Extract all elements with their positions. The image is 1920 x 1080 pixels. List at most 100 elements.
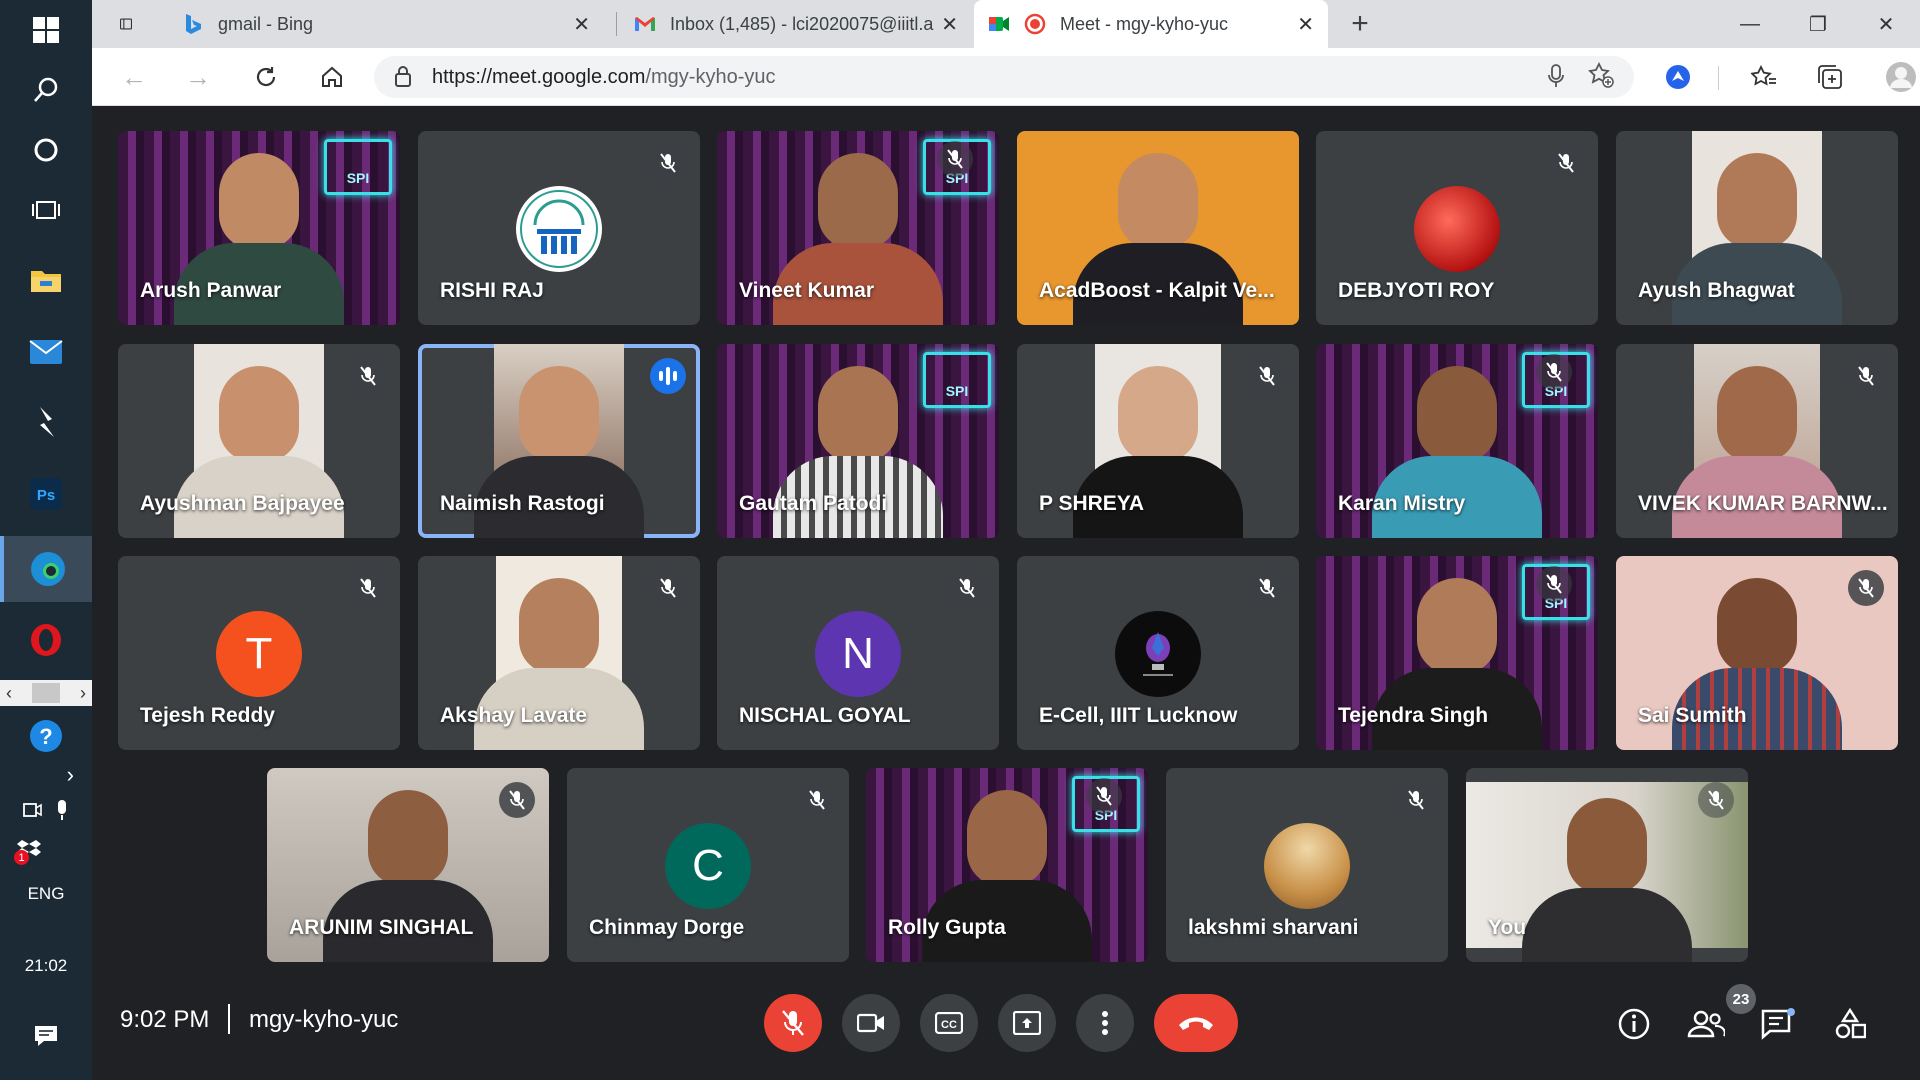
cortana-icon[interactable] (0, 120, 92, 180)
scroll-left-icon[interactable]: ‹ (6, 683, 12, 704)
windows-start-icon[interactable] (0, 0, 92, 60)
svg-text:CC: CC (941, 1019, 957, 1031)
browser-extension-icon[interactable] (1658, 58, 1698, 96)
participant-tile-self[interactable]: You (1466, 768, 1748, 962)
chat-button[interactable] (1756, 1002, 1800, 1046)
recording-indicator-icon (1024, 13, 1046, 35)
tab-strip: gmail - Bing ✕ Inbox (1,485) - lci202007… (92, 0, 1920, 48)
participant-tile[interactable]: Sai Sumith (1616, 556, 1898, 750)
file-explorer-icon[interactable] (0, 250, 92, 310)
inspire-neon-sign: SPI (923, 352, 991, 408)
mic-off-icon (650, 570, 686, 606)
task-view-icon[interactable] (0, 180, 92, 240)
refresh-button[interactable] (246, 58, 286, 96)
minimize-button[interactable]: — (1716, 0, 1784, 48)
tab-title: gmail - Bing (218, 13, 314, 34)
participant-tile[interactable]: VIVEK KUMAR BARNW... (1616, 344, 1898, 538)
participant-tile[interactable]: Ayush Bhagwat (1616, 131, 1898, 325)
participant-tile[interactable]: AcadBoost - Kalpit Ve... (1017, 131, 1299, 325)
tab-bing[interactable]: gmail - Bing ✕ (168, 0, 604, 48)
participant-tile[interactable]: ARUNIM SINGHAL (267, 768, 549, 962)
opera-icon[interactable] (0, 610, 92, 670)
participant-tile[interactable]: SPI Karan Mistry (1316, 344, 1598, 538)
close-tab-icon[interactable]: ✕ (573, 12, 590, 37)
forward-button[interactable]: → (178, 58, 218, 96)
search-icon[interactable] (0, 60, 92, 120)
app-swirl-icon[interactable] (0, 392, 92, 452)
close-window-button[interactable]: ✕ (1852, 0, 1920, 48)
microphone-icon[interactable] (1548, 64, 1564, 94)
tab-actions-icon[interactable] (106, 0, 146, 48)
participant-tile[interactable]: P SHREYA (1017, 344, 1299, 538)
mic-off-icon (1548, 145, 1584, 181)
meeting-details-button[interactable] (1612, 1002, 1656, 1046)
mic-off-icon (937, 141, 973, 177)
tab-google-meet[interactable]: Meet - mgy-kyho-yuc ✕ (974, 0, 1328, 48)
meeting-time: 9:02 PM (120, 1006, 210, 1033)
system-clock[interactable]: 21:02 (0, 956, 92, 976)
participant-tile[interactable]: SPI Vineet Kumar (717, 131, 999, 325)
mic-off-icon (1698, 782, 1734, 818)
mic-off-icon (650, 145, 686, 181)
scroll-right-icon[interactable]: › (80, 683, 86, 704)
address-bar[interactable]: https://meet.google.com/mgy-kyho-yuc (374, 56, 1634, 98)
participant-tile[interactable]: Ayushman Bajpayee (118, 344, 400, 538)
meeting-info-divider (228, 1004, 230, 1034)
participant-name: Rolly Gupta (888, 916, 1006, 939)
edge-browser-icon[interactable] (0, 536, 92, 602)
favorites-icon[interactable] (1744, 58, 1784, 96)
meeting-code: mgy-kyho-yuc (249, 1006, 399, 1033)
microphone-toggle-button[interactable] (764, 994, 822, 1052)
mic-off-icon (1249, 358, 1285, 394)
action-center-icon[interactable] (0, 1006, 92, 1066)
participant-name: NISCHAL GOYAL (739, 704, 911, 727)
camera-toggle-button[interactable] (842, 994, 900, 1052)
restore-button[interactable]: ❐ (1784, 0, 1852, 48)
close-tab-icon[interactable]: ✕ (941, 12, 958, 37)
participant-tile[interactable]: T Tejesh Reddy (118, 556, 400, 750)
collections-icon[interactable] (1810, 58, 1850, 96)
camera-tray-icon[interactable] (22, 800, 42, 820)
activities-button[interactable] (1828, 1002, 1872, 1046)
participant-tile[interactable]: SPI Arush Panwar (118, 131, 400, 325)
participant-tile-speaking[interactable]: Naimish Rastogi (418, 344, 700, 538)
mic-off-icon (1848, 570, 1884, 606)
gmail-icon (634, 13, 656, 35)
home-button[interactable] (312, 58, 352, 96)
participant-tile[interactable]: SPI Gautam Patodi (717, 344, 999, 538)
taskbar-scrollbar[interactable]: ‹ › (0, 680, 92, 706)
language-indicator[interactable]: ENG (0, 884, 92, 904)
participant-tile[interactable]: E-Cell, IIIT Lucknow (1017, 556, 1299, 750)
scroll-thumb[interactable] (32, 683, 60, 703)
add-favorite-icon[interactable] (1588, 61, 1614, 94)
participant-tile[interactable]: DEBJYOTI ROY (1316, 131, 1598, 325)
participant-tile[interactable]: lakshmi sharvani (1166, 768, 1448, 962)
participant-tile[interactable]: Akshay Lavate (418, 556, 700, 750)
participant-tile[interactable]: SPI Tejendra Singh (1316, 556, 1598, 750)
participant-tile[interactable]: C Chinmay Dorge (567, 768, 849, 962)
participant-tile[interactable]: RISHI RAJ (418, 131, 700, 325)
photoshop-icon[interactable]: Ps (0, 464, 92, 524)
mic-off-icon (350, 358, 386, 394)
microphone-tray-icon[interactable] (54, 799, 70, 821)
close-tab-icon[interactable]: ✕ (1297, 12, 1314, 37)
participant-name: Ayush Bhagwat (1638, 279, 1795, 302)
letter-avatar: N (815, 611, 901, 697)
url-path: /mgy-kyho-yuc (645, 65, 776, 88)
participant-name: Vineet Kumar (739, 279, 874, 302)
participants-button[interactable] (1684, 1002, 1728, 1046)
present-screen-button[interactable] (998, 994, 1056, 1052)
more-options-button[interactable] (1076, 994, 1134, 1052)
participant-tile[interactable]: N NISCHAL GOYAL (717, 556, 999, 750)
mic-off-icon (499, 782, 535, 818)
captions-button[interactable]: CC (920, 994, 978, 1052)
participant-tile[interactable]: SPI Rolly Gupta (866, 768, 1148, 962)
tab-gmail-inbox[interactable]: Inbox (1,485) - lci2020075@iiitl.a ✕ (620, 0, 972, 48)
new-tab-button[interactable]: + (1338, 0, 1382, 48)
profile-avatar[interactable] (1880, 58, 1920, 96)
video-camera-icon (857, 1013, 884, 1033)
end-call-button[interactable] (1154, 994, 1238, 1052)
back-button[interactable]: ← (114, 58, 154, 96)
dropbox-tray-icon[interactable]: 1 (0, 830, 92, 870)
mail-app-icon[interactable] (0, 322, 92, 382)
